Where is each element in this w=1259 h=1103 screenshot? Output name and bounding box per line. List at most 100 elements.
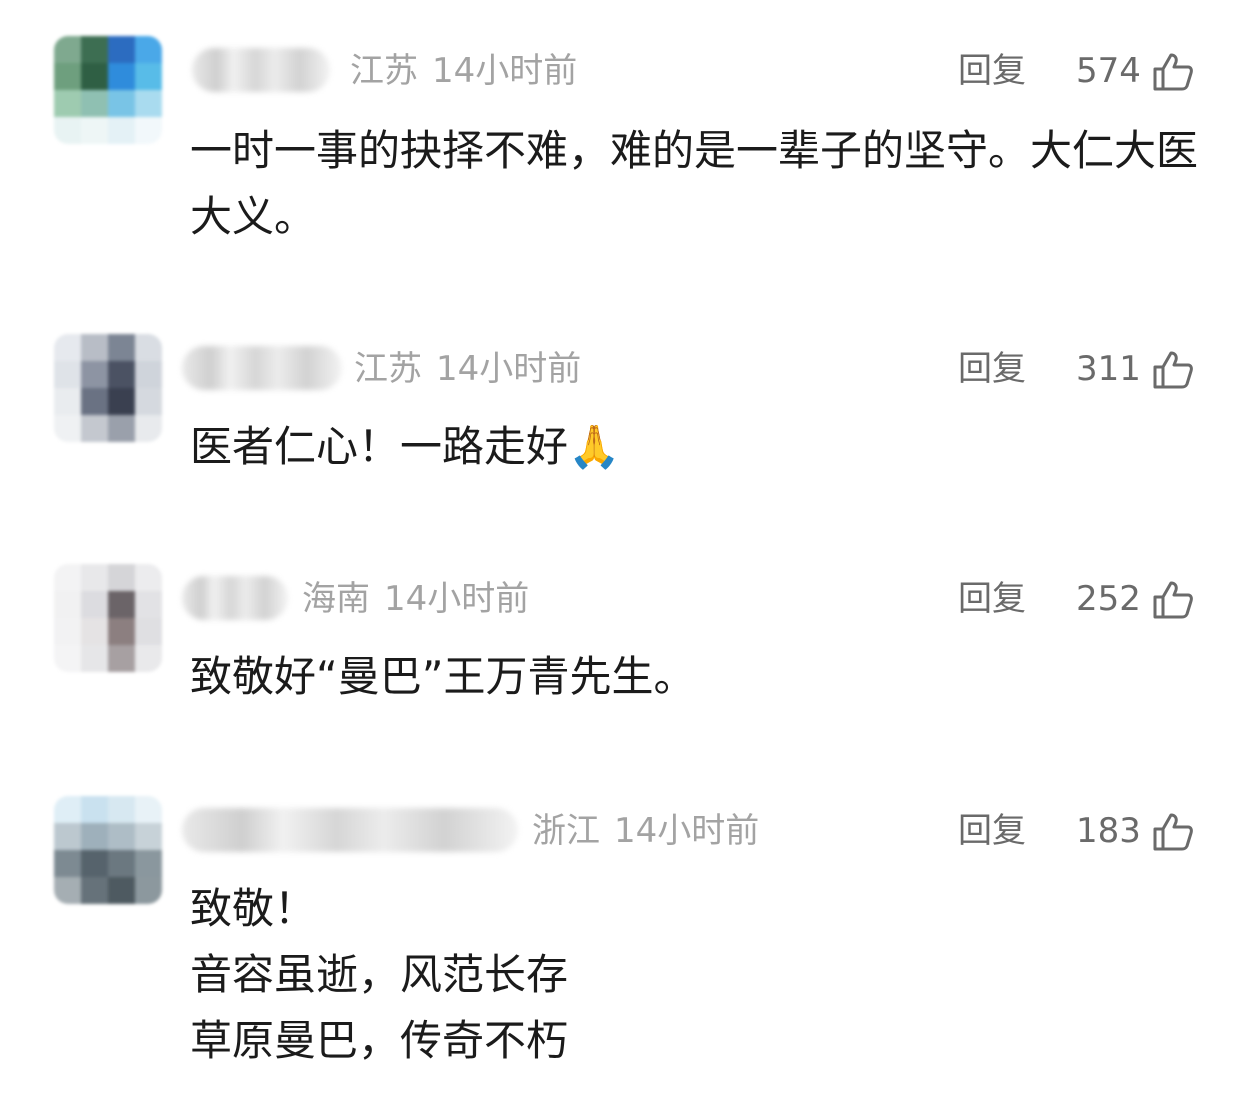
avatar-mosaic-cell [135,36,162,63]
comment-text: 医者仁心！一路走好🙏 [190,422,621,471]
avatar-mosaic-cell [108,823,135,850]
avatar-mosaic-cell [54,117,81,144]
timestamp: 14小时前 [384,579,530,619]
avatar-mosaic-cell [54,591,81,618]
like-count: 183 [1076,811,1141,851]
avatar-mosaic-cell [135,415,162,442]
avatar-mosaic-cell [108,618,135,645]
avatar-mosaic-cell [81,618,108,645]
reply-button[interactable]: 回复 [958,348,1026,390]
avatar-mosaic-cell [108,361,135,388]
avatar-mosaic-cell [135,591,162,618]
reply-button[interactable]: 回复 [958,810,1026,852]
avatar-mosaic-cell [108,63,135,90]
like-count: 311 [1076,349,1141,389]
avatar-mosaic-cell [108,564,135,591]
avatar-mosaic-cell [54,334,81,361]
avatar-mosaic-cell [108,117,135,144]
avatar-mosaic-cell [54,645,81,672]
avatar-mosaic-cell [81,591,108,618]
avatar-mosaic-cell [54,388,81,415]
avatar-mosaic-cell [81,850,108,877]
avatar-mosaic-cell [108,877,135,904]
avatar-mosaic-cell [108,90,135,117]
avatar-mosaic-cell [108,415,135,442]
thumbs-up-icon[interactable] [1152,812,1194,852]
avatar-mosaic-cell [135,361,162,388]
comment-text: 一时一事的抉择不难，难的是一辈子的坚守。大仁大医大义。 [190,126,1199,241]
avatar-mosaic-cell [108,850,135,877]
region-label: 江苏 [354,349,422,389]
avatar-mosaic-cell [81,334,108,361]
thumbs-up-icon[interactable] [1152,52,1194,92]
avatar-mosaic-cell [135,63,162,90]
avatar-mosaic-cell [81,415,108,442]
avatar-mosaic-cell [108,796,135,823]
username-blurred[interactable] [182,346,342,390]
avatar-mosaic-cell [81,63,108,90]
avatar-mosaic-cell [135,645,162,672]
like-count: 574 [1076,51,1141,91]
avatar-mosaic-cell [108,334,135,361]
comment-meta: 江苏 14小时前 [354,348,581,390]
timestamp: 14小时前 [436,349,582,389]
avatar-mosaic-cell [54,36,81,63]
avatar-mosaic-cell [135,823,162,850]
region-label: 江苏 [350,51,418,91]
avatar-mosaic-cell [81,877,108,904]
avatar-mosaic-cell [54,63,81,90]
avatar-mosaic-cell [135,334,162,361]
avatar-mosaic-cell [108,388,135,415]
thumbs-up-icon[interactable] [1152,580,1194,620]
username-blurred[interactable] [182,808,518,852]
avatar-mosaic-cell [54,877,81,904]
avatar[interactable] [54,796,162,904]
username-blurred[interactable] [182,576,288,620]
comment-meta: 浙江 14小时前 [532,810,759,852]
region-label: 浙江 [532,811,600,851]
avatar-mosaic-cell [135,388,162,415]
avatar-mosaic-cell [81,36,108,63]
comment-text: 致敬！ 音容虽逝，风范长存 草原曼巴，传奇不朽 [190,884,569,1065]
avatar-mosaic-cell [135,90,162,117]
avatar-mosaic-cell [108,591,135,618]
avatar-mosaic-cell [81,564,108,591]
avatar[interactable] [54,334,162,442]
avatar-mosaic-cell [81,90,108,117]
avatar-mosaic-cell [54,796,81,823]
comment-meta: 海南 14小时前 [302,578,529,620]
avatar-mosaic-cell [135,618,162,645]
avatar-mosaic-cell [54,415,81,442]
avatar-mosaic-cell [54,618,81,645]
timestamp: 14小时前 [432,51,578,91]
reply-button[interactable]: 回复 [958,578,1026,620]
avatar-mosaic-cell [54,823,81,850]
avatar-mosaic-cell [135,117,162,144]
avatar-mosaic-cell [54,850,81,877]
avatar-mosaic-cell [81,361,108,388]
avatar-mosaic-cell [54,564,81,591]
timestamp: 14小时前 [614,811,760,851]
comment-meta: 江苏 14小时前 [350,50,577,92]
avatar-mosaic-cell [54,361,81,388]
avatar[interactable] [54,564,162,672]
reply-button[interactable]: 回复 [958,50,1026,92]
region-label: 海南 [302,579,370,619]
thumbs-up-icon[interactable] [1152,350,1194,390]
avatar[interactable] [54,36,162,144]
avatar-mosaic-cell [135,850,162,877]
avatar-mosaic-cell [81,823,108,850]
avatar-mosaic-cell [135,564,162,591]
avatar-mosaic-cell [108,36,135,63]
avatar-mosaic-cell [81,388,108,415]
comment-text: 致敬好“曼巴”王万青先生。 [190,652,696,701]
like-count: 252 [1076,579,1141,619]
username-blurred[interactable] [192,48,330,92]
avatar-mosaic-cell [81,117,108,144]
avatar-mosaic-cell [135,796,162,823]
avatar-mosaic-cell [81,645,108,672]
avatar-mosaic-cell [135,877,162,904]
avatar-mosaic-cell [81,796,108,823]
avatar-mosaic-cell [54,90,81,117]
avatar-mosaic-cell [108,645,135,672]
